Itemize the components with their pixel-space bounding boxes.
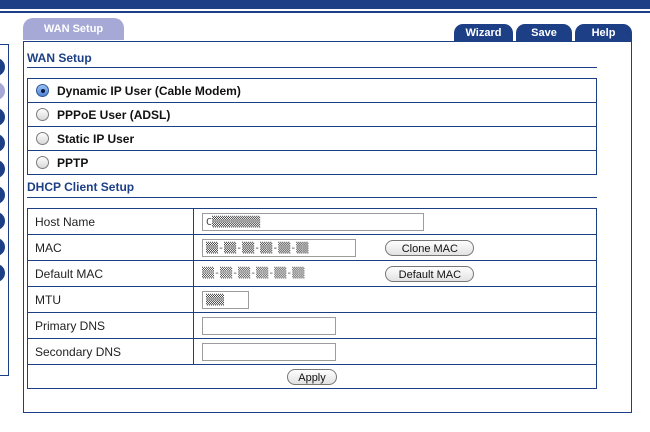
connection-type-table: Dynamic IP User (Cable Modem) PPPoE User… [27,78,597,175]
default-mac-label: Default MAC [27,260,194,287]
option-label: Static IP User [57,131,135,146]
mac-input[interactable]: ▒▒-▒▒-▒▒-▒▒-▒▒-▒▒ [202,238,356,257]
tab-wan-setup[interactable]: WAN Setup [23,18,124,40]
option-static-ip[interactable]: Static IP User [28,127,596,150]
option-label: Dynamic IP User (Cable Modem) [57,83,241,98]
dhcp-client-table: Host Name C▒▒▒▒▒▒▒▒ MAC ▒▒-▒▒-▒▒-▒▒-▒▒-▒… [27,208,597,389]
default-mac-button[interactable]: Default MAC [385,265,475,282]
save-button[interactable]: Save [516,24,572,42]
radio-pppoe[interactable] [36,108,49,121]
option-label: PPPoE User (ADSL) [57,107,171,122]
secondary-dns-input[interactable] [202,342,336,361]
clone-mac-button[interactable]: Clone MAC [385,239,475,256]
host-name-input[interactable]: C▒▒▒▒▒▒▒▒ [202,212,424,231]
host-name-label: Host Name [27,208,194,235]
wan-setup-title: WAN Setup [27,51,92,65]
apply-button[interactable]: Apply [287,368,337,385]
dhcp-section-title: DHCP Client Setup [27,180,135,194]
wan-setup-rule [27,67,597,68]
primary-dns-label: Primary DNS [27,312,194,339]
option-pptp[interactable]: PPTP [28,151,596,174]
help-button[interactable]: Help [575,24,632,42]
wan-setup-panel: WAN Setup Dynamic IP User (Cable Modem) … [23,41,632,413]
radio-static-ip[interactable] [36,132,49,145]
radio-pptp[interactable] [36,156,49,169]
apply-row: Apply [27,364,597,389]
top-divider [0,11,650,13]
mtu-input[interactable]: ▒▒▒ [202,290,249,309]
wizard-button[interactable]: Wizard [454,24,513,42]
left-nav-strip [0,44,13,376]
secondary-dns-label: Secondary DNS [27,338,194,365]
top-brand-bar [0,0,650,9]
option-label: PPTP [57,155,89,170]
radio-dynamic-ip[interactable] [36,84,49,97]
default-mac-value: ▒▒-▒▒-▒▒-▒▒-▒▒-▒▒ [202,268,305,279]
option-dynamic-ip[interactable]: Dynamic IP User (Cable Modem) [28,79,596,102]
mtu-label: MTU [27,286,194,313]
primary-dns-input[interactable] [202,316,336,335]
mac-label: MAC [27,234,194,261]
option-pppoe[interactable]: PPPoE User (ADSL) [28,103,596,126]
dhcp-section-rule [27,197,597,198]
